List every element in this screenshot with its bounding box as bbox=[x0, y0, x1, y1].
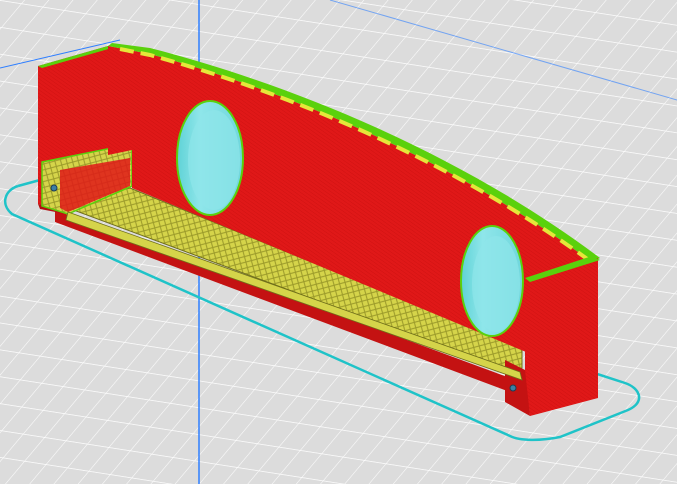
scene-canvas[interactable] bbox=[0, 0, 677, 484]
right-end-front bbox=[525, 258, 598, 416]
screw-hole-left bbox=[50, 184, 58, 192]
3d-viewport[interactable] bbox=[0, 0, 677, 484]
hole-right-inner bbox=[472, 236, 520, 332]
screw-hole-right bbox=[509, 384, 517, 392]
hole-left-inner bbox=[188, 110, 240, 210]
